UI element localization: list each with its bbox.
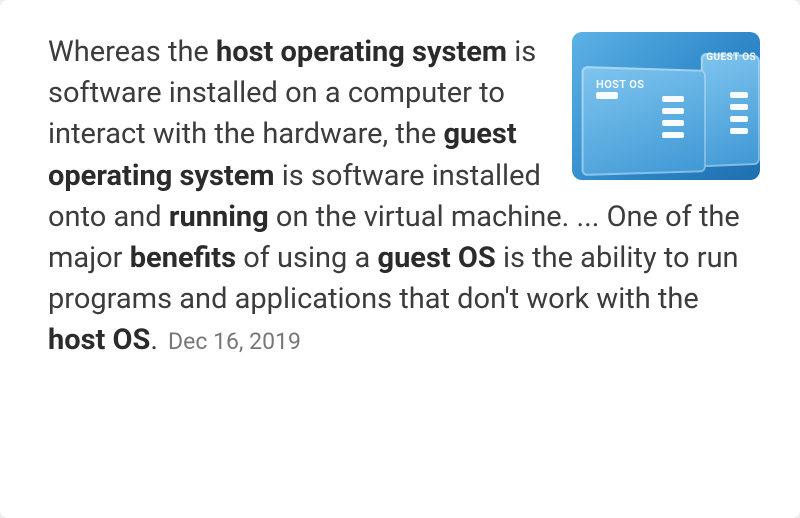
- decoration-bars-guest: [730, 92, 748, 134]
- bold-term: host OS: [48, 323, 150, 357]
- bold-term: benefits: [130, 241, 236, 275]
- text-span: of using a: [236, 241, 377, 275]
- bold-term: running: [169, 200, 269, 234]
- text-span: Whereas the: [48, 35, 216, 69]
- snippet-thumbnail[interactable]: HOST OS GUEST OS: [572, 32, 760, 180]
- bold-term: guest OS: [378, 241, 496, 275]
- decoration-bar: [596, 92, 618, 99]
- bold-term: host operating system: [216, 35, 507, 69]
- featured-snippet-card: HOST OS GUEST OS Whereas the host operat…: [0, 0, 800, 518]
- text-span: .: [150, 323, 158, 357]
- thumbnail-guest-label: GUEST OS: [706, 52, 756, 63]
- snippet-date: Dec 16, 2019: [168, 328, 301, 355]
- decoration-bars-host: [662, 96, 684, 138]
- thumbnail-host-label: HOST OS: [596, 78, 644, 91]
